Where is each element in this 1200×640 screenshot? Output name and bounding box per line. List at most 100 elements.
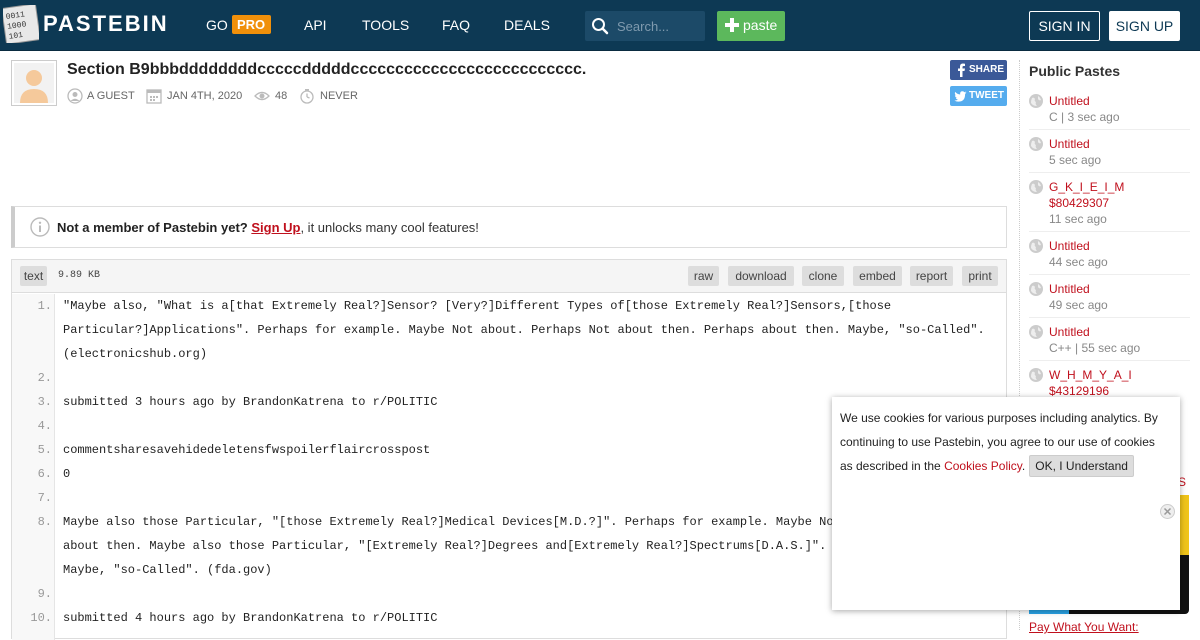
- nav-go[interactable]: GO: [206, 17, 228, 33]
- globe-icon: [1029, 325, 1043, 339]
- new-paste-button[interactable]: paste: [717, 11, 785, 41]
- nav-deals[interactable]: DEALS: [504, 17, 550, 33]
- public-paste-title-link[interactable]: Untitled: [1049, 93, 1090, 109]
- public-pastes-title: Public Pastes: [1029, 63, 1121, 79]
- code-line: Maybe, "so-Called". (fda.gov): [63, 563, 272, 577]
- expiry-clock-icon: [300, 89, 314, 104]
- paste-title: Section B9bbbddddddddcccccdddddccccccccc…: [67, 61, 587, 78]
- share-label: SHARE: [969, 64, 1005, 75]
- line-number: 2.: [37, 371, 52, 385]
- line-number: 10.: [30, 611, 52, 625]
- notice-prefix: Not a member of Pastebin yet?: [57, 220, 248, 235]
- clone-button[interactable]: clone: [802, 266, 844, 286]
- notice-signup-link[interactable]: Sign Up: [251, 220, 300, 235]
- search-icon[interactable]: [591, 17, 609, 35]
- paste-expiry: NEVER: [320, 90, 358, 102]
- sign-up-button[interactable]: SIGN UP: [1109, 11, 1180, 41]
- code-toolbar: text 9.89 KB raw download clone embed re…: [12, 260, 1006, 293]
- top-header: 0011 1000 101 PASTEBIN GO PRO API TOOLS …: [0, 0, 1200, 51]
- line-number: 9.: [37, 587, 52, 601]
- public-paste-meta: 49 sec ago: [1049, 298, 1108, 312]
- facebook-share-button[interactable]: SHARE: [950, 60, 1007, 80]
- public-paste-meta: 44 sec ago: [1049, 255, 1108, 269]
- globe-icon: [1029, 180, 1043, 194]
- eye-icon: [254, 91, 270, 101]
- public-paste-title-link[interactable]: Untitled: [1049, 281, 1090, 297]
- line-number: 5.: [37, 443, 52, 457]
- globe-icon: [1029, 368, 1043, 382]
- public-paste-title-link-line2[interactable]: $80429307: [1049, 195, 1109, 211]
- code-line: submitted 3 hours ago by BrandonKatrena …: [63, 395, 438, 409]
- info-icon: [30, 217, 50, 237]
- pro-badge[interactable]: PRO: [232, 15, 272, 34]
- public-paste-title-link[interactable]: Untitled: [1049, 136, 1090, 152]
- logo-text[interactable]: PASTEBIN: [43, 11, 169, 37]
- sign-in-button[interactable]: SIGN IN: [1029, 11, 1100, 41]
- code-line: commentsharesavehidedeletensfwspoilerfla…: [63, 443, 431, 457]
- twitter-tweet-button[interactable]: TWEET: [950, 86, 1007, 106]
- cookie-message: We use cookies for various purposes incl…: [840, 406, 1170, 478]
- line-number-gutter: 1. 2. 3. 4. 5. 6. 7. 8. 9. 10.: [12, 294, 55, 640]
- pay-what-you-want-link[interactable]: Pay What You Want:: [1029, 620, 1139, 634]
- user-avatar-icon: [14, 63, 54, 103]
- member-notice: Not a member of Pastebin yet? Sign Up, i…: [11, 206, 1007, 248]
- nav-faq[interactable]: FAQ: [442, 17, 470, 33]
- public-paste-item: Untitled 5 sec ago: [1029, 136, 1190, 173]
- public-paste-item: G_K_I_E_I_M $80429307 11 sec ago: [1029, 179, 1190, 232]
- search-box: [585, 11, 705, 41]
- print-button[interactable]: print: [962, 266, 998, 286]
- public-paste-meta: C++ | 55 sec ago: [1049, 341, 1141, 355]
- cookie-period: .: [1021, 459, 1026, 473]
- line-number: 3.: [37, 395, 52, 409]
- calendar-icon: [146, 89, 162, 104]
- search-input[interactable]: [617, 16, 701, 36]
- ad-close-icon[interactable]: [1160, 504, 1175, 519]
- code-line: 0: [63, 467, 71, 481]
- code-line: submitted 4 hours ago by BrandonKatrena …: [63, 611, 438, 625]
- download-button[interactable]: download: [728, 266, 794, 286]
- nav-tools[interactable]: TOOLS: [362, 17, 409, 33]
- line-number: 6.: [37, 467, 52, 481]
- public-paste-title-link[interactable]: W_H_M_Y_A_I: [1049, 367, 1132, 383]
- public-paste-title-link[interactable]: Untitled: [1049, 324, 1090, 340]
- line-number: 8.: [37, 515, 52, 529]
- code-line: about then. Maybe also those Particular,…: [63, 539, 856, 553]
- globe-icon: [1029, 239, 1043, 253]
- pastebin-logo-icon[interactable]: 0011 1000 101: [3, 5, 39, 43]
- user-icon: [67, 88, 83, 104]
- public-paste-item: Untitled 49 sec ago: [1029, 281, 1190, 318]
- code-line: Particular?]Applications". Perhaps for e…: [63, 323, 985, 337]
- code-line: Maybe also those Particular, "[those Ext…: [63, 515, 856, 529]
- public-paste-title-link[interactable]: G_K_I_E_I_M: [1049, 179, 1124, 195]
- facebook-icon: [958, 63, 965, 77]
- paste-size: 9.89 KB: [58, 270, 101, 281]
- syntax-badge[interactable]: text: [20, 266, 47, 286]
- code-line: "Maybe also, "What is a[that Extremely R…: [63, 299, 892, 313]
- public-paste-item: Untitled C++ | 55 sec ago: [1029, 324, 1190, 361]
- public-paste-item: W_H_M_Y_A_I $43129196: [1029, 367, 1190, 400]
- cookie-accept-button[interactable]: OK, I Understand: [1029, 455, 1134, 477]
- embed-button[interactable]: embed: [853, 266, 902, 286]
- nav-api[interactable]: API: [304, 17, 327, 33]
- twitter-icon: [954, 91, 967, 102]
- cookie-consent-panel: We use cookies for various purposes incl…: [832, 397, 1180, 610]
- plus-icon: [725, 18, 739, 32]
- cookies-policy-link[interactable]: Cookies Policy: [944, 459, 1022, 473]
- raw-button[interactable]: raw: [688, 266, 719, 286]
- paste-author[interactable]: A GUEST: [87, 90, 135, 102]
- public-paste-item: Untitled C | 3 sec ago: [1029, 93, 1190, 130]
- line-number: 7.: [37, 491, 52, 505]
- paste-views: 48: [275, 90, 288, 102]
- public-paste-meta: 11 sec ago: [1049, 212, 1107, 226]
- notice-text: Not a member of Pastebin yet? Sign Up, i…: [57, 220, 479, 235]
- public-paste-meta: C | 3 sec ago: [1049, 110, 1120, 124]
- report-button[interactable]: report: [910, 266, 953, 286]
- globe-icon: [1029, 282, 1043, 296]
- public-paste-item: Untitled 44 sec ago: [1029, 238, 1190, 275]
- guest-avatar: [11, 60, 57, 106]
- tweet-label: TWEET: [969, 90, 1004, 101]
- public-paste-meta: 5 sec ago: [1049, 153, 1102, 167]
- public-paste-title-link[interactable]: Untitled: [1049, 238, 1090, 254]
- paste-date: JAN 4TH, 2020: [167, 90, 243, 102]
- line-number: 4.: [37, 419, 52, 433]
